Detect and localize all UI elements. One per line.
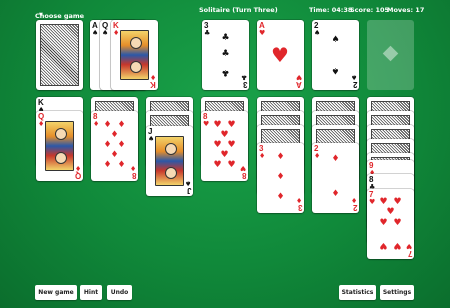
hint-button[interactable]: Hint bbox=[80, 285, 102, 300]
club-icon: ♣ bbox=[221, 67, 230, 77]
diamond-icon: ♦ bbox=[276, 192, 285, 202]
card-rank-bottom: Q bbox=[74, 171, 81, 180]
king-face-art bbox=[120, 30, 149, 80]
foundation-hearts[interactable]: A ♥ ♥ A ♥ bbox=[257, 20, 304, 90]
heart-icon: ♥ bbox=[393, 218, 402, 228]
heart-icon: ♥ bbox=[295, 73, 302, 81]
diamond-icon: ♦ bbox=[295, 196, 302, 204]
diamond-icon: ♦ bbox=[331, 154, 340, 164]
diamond-icon: ♦ bbox=[259, 152, 266, 160]
heart-icon: ♥ bbox=[259, 29, 266, 37]
tableau-card[interactable]: 3 ♦ ♦ ♦ ♦ 3 ♦ bbox=[257, 143, 304, 213]
diamond-icon: ♦ bbox=[103, 140, 112, 150]
spade-icon: ♠ bbox=[92, 29, 99, 37]
heart-icon: ♥ bbox=[386, 207, 395, 217]
timer: Time: 04:38 bbox=[309, 6, 353, 14]
diamond-icon: ♦ bbox=[117, 160, 126, 170]
tableau-card[interactable]: J ♠ J ♠ bbox=[146, 126, 193, 196]
waste-top-card[interactable]: K ♦ K ♦ bbox=[111, 20, 158, 90]
heart-icon: ♥ bbox=[393, 240, 402, 250]
foundation-spades[interactable]: 2 ♠ ♠ ♠ 2 ♠ bbox=[312, 20, 359, 90]
game-title: Solitaire (Turn Three) bbox=[199, 6, 278, 14]
diamond-icon: ♦ bbox=[103, 160, 112, 170]
card-rank-bottom: K bbox=[150, 80, 156, 89]
heart-icon: ♥ bbox=[405, 242, 412, 250]
heart-icon: ♥ bbox=[227, 160, 236, 170]
club-icon: ♣ bbox=[221, 49, 230, 59]
diamond-icon: ♦ bbox=[149, 73, 156, 81]
foundation-diamonds-empty[interactable] bbox=[367, 20, 414, 90]
heart-icon: ♥ bbox=[203, 120, 210, 128]
tableau-card[interactable]: 8 ♦ ♦ ♦ ♦ ♦ ♦ ♦ ♦ ♦ 8 ♦ bbox=[91, 111, 138, 181]
diamond-icon: ♦ bbox=[331, 189, 340, 199]
heart-icon: ♥ bbox=[239, 164, 246, 172]
diamond-icon: ♦ bbox=[117, 140, 126, 150]
card-rank-bottom: 7 bbox=[407, 249, 412, 258]
heart-icon: ♥ bbox=[393, 197, 402, 207]
statistics-button[interactable]: Statistics bbox=[339, 285, 376, 300]
diamond-icon: ♦ bbox=[93, 120, 100, 128]
card-rank-bottom: 3 bbox=[242, 80, 247, 89]
club-icon: ♣ bbox=[204, 29, 211, 37]
diamond-icon: ♦ bbox=[113, 29, 120, 37]
card-rank-bottom: J bbox=[186, 186, 191, 195]
spade-icon: ♠ bbox=[331, 65, 340, 75]
chevron-down-icon[interactable]: ▼ bbox=[39, 12, 43, 18]
card-rank-bottom: 2 bbox=[352, 203, 357, 212]
card-rank-bottom: 8 bbox=[131, 171, 136, 180]
heart-icon: ♥ bbox=[379, 218, 388, 228]
heart-icon: ♥ bbox=[213, 140, 222, 150]
heart-icon: ♥ bbox=[271, 43, 289, 67]
queen-face-art bbox=[45, 121, 74, 171]
spade-icon: ♠ bbox=[314, 29, 321, 37]
heart-icon: ♥ bbox=[213, 120, 222, 130]
heart-icon: ♥ bbox=[227, 140, 236, 150]
club-icon: ♣ bbox=[240, 73, 247, 81]
top-bar: Choose game ▼ Solitaire (Turn Three) Time… bbox=[0, 0, 450, 20]
new-game-button[interactable]: New game bbox=[35, 285, 77, 300]
spade-icon: ♠ bbox=[184, 179, 191, 187]
heart-icon: ♥ bbox=[379, 240, 388, 250]
moves-counter: Moves: 17 bbox=[387, 6, 425, 14]
spade-icon: ♠ bbox=[148, 135, 155, 143]
undo-button[interactable]: Undo bbox=[107, 285, 132, 300]
tableau-card[interactable]: 7 ♥ ♥ ♥ ♥ ♥ ♥ ♥ ♥ 7 ♥ bbox=[367, 189, 414, 259]
card-rank-bottom: 3 bbox=[297, 203, 302, 212]
stock-pile[interactable] bbox=[36, 20, 83, 90]
club-icon: ♣ bbox=[221, 33, 230, 43]
heart-icon: ♥ bbox=[213, 160, 222, 170]
diamond-icon: ♦ bbox=[350, 196, 357, 204]
heart-icon: ♥ bbox=[227, 120, 236, 130]
card-rank-bottom: 2 bbox=[352, 80, 357, 89]
diamond-icon: ♦ bbox=[110, 130, 119, 140]
spade-icon: ♠ bbox=[331, 35, 340, 45]
tableau-card[interactable]: 8 ♥ ♥ ♥ ♥ ♥ ♥ ♥ ♥ ♥ 8 ♥ bbox=[201, 111, 248, 181]
heart-icon: ♥ bbox=[369, 198, 376, 206]
diamond-icon: ♦ bbox=[117, 120, 126, 130]
score: Score: 105 bbox=[350, 6, 390, 14]
jack-face-art bbox=[155, 136, 184, 186]
tableau-card[interactable]: 2 ♦ ♦ ♦ 2 ♦ bbox=[312, 143, 359, 213]
tableau-card[interactable]: Q ♦ Q ♦ bbox=[36, 111, 83, 181]
diamond-icon bbox=[382, 45, 399, 62]
diamond-icon: ♦ bbox=[276, 152, 285, 162]
spade-icon: ♠ bbox=[102, 29, 109, 37]
diamond-icon: ♦ bbox=[314, 152, 321, 160]
diamond-icon: ♦ bbox=[38, 120, 45, 128]
foundation-clubs[interactable]: 3 ♣ ♣ ♣ ♣ 3 ♣ bbox=[202, 20, 249, 90]
heart-icon: ♥ bbox=[220, 150, 229, 160]
card-rank-bottom: A bbox=[296, 80, 302, 89]
diamond-icon: ♦ bbox=[110, 150, 119, 160]
settings-button[interactable]: Settings bbox=[380, 285, 414, 300]
heart-icon: ♥ bbox=[220, 130, 229, 140]
diamond-icon: ♦ bbox=[129, 164, 136, 172]
diamond-icon: ♦ bbox=[276, 172, 285, 182]
spade-icon: ♠ bbox=[350, 73, 357, 81]
card-rank-bottom: 8 bbox=[241, 171, 246, 180]
diamond-icon: ♦ bbox=[74, 164, 81, 172]
heart-icon: ♥ bbox=[379, 197, 388, 207]
diamond-icon: ♦ bbox=[103, 120, 112, 130]
